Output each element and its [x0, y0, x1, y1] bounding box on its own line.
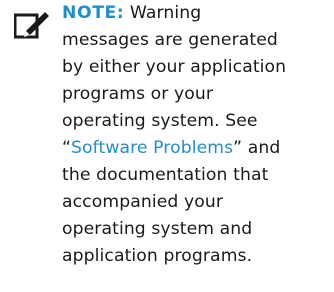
note-line: messages are generated [62, 30, 278, 50]
software-problems-link[interactable]: Software Problems [71, 138, 233, 158]
pencil-note-icon [14, 10, 50, 42]
note-line: accompanied your [62, 192, 223, 212]
note-line: operating system. See [62, 111, 258, 131]
note-first-line: NOTE: Warning [62, 0, 334, 27]
note-link-line: “Software Problems” and [62, 135, 334, 162]
note-body: NOTE: Warning messages are generated by … [62, 0, 334, 270]
note-line: programs or your [62, 84, 214, 104]
note-line: the documentation that [62, 165, 269, 185]
note-line: application programs. [62, 246, 253, 266]
quote-open: “ [62, 138, 72, 158]
note-line: by either your application [62, 57, 287, 77]
note-label: NOTE: [62, 3, 125, 23]
note-line: operating system and [62, 219, 253, 239]
quote-close-text: ” and [233, 138, 281, 158]
note-first-line-text: Warning [124, 3, 202, 23]
note-callout: NOTE: Warning messages are generated by … [0, 0, 334, 292]
